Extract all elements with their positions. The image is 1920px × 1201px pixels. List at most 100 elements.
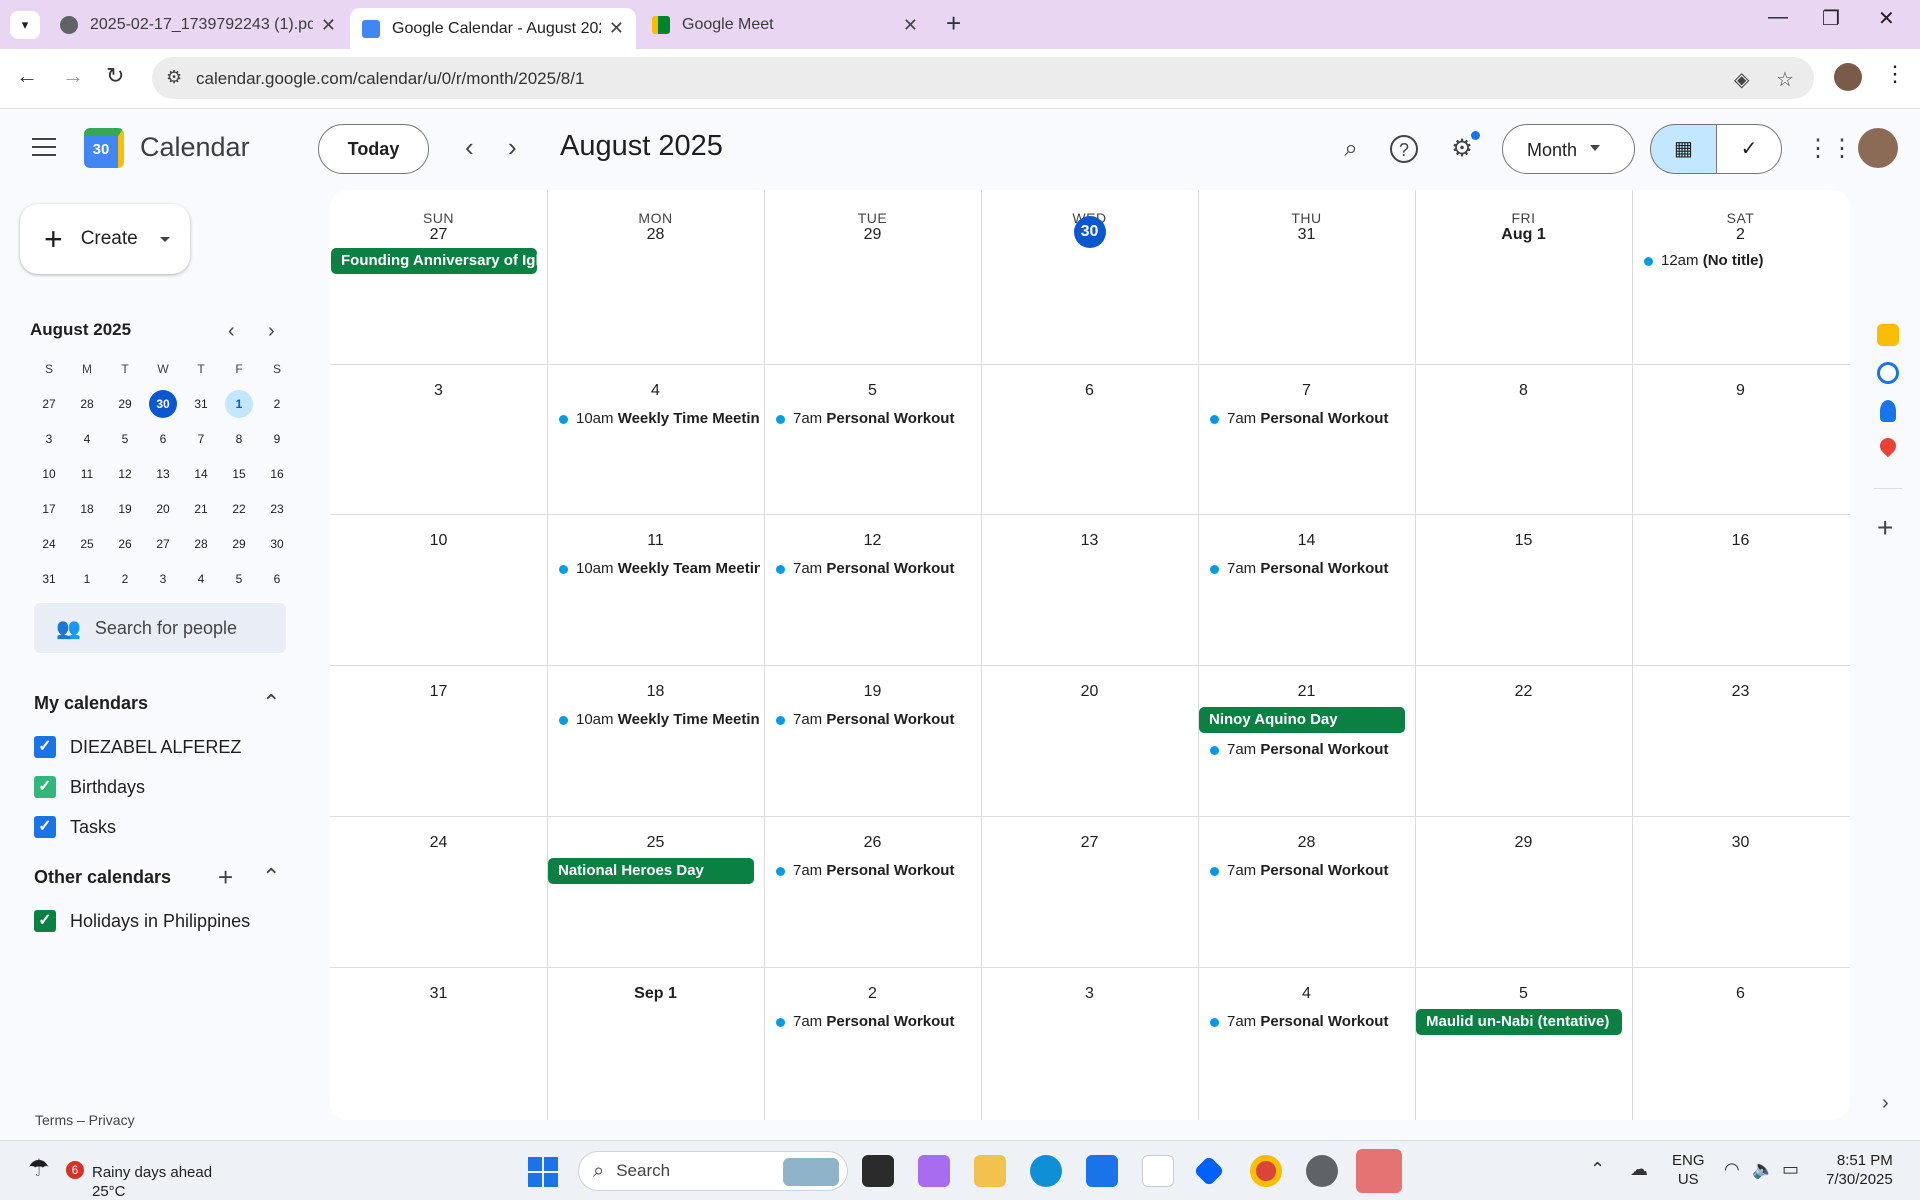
browser-tab-calendar[interactable]: Google Calendar - August 2025 ✕: [350, 8, 636, 49]
mini-day[interactable]: 31: [187, 390, 215, 418]
mini-day[interactable]: 22: [225, 495, 253, 523]
new-tab-icon[interactable]: +: [946, 8, 961, 39]
search-icon[interactable]: ⌕: [1336, 134, 1366, 164]
main-menu-icon[interactable]: [32, 138, 56, 156]
day-number[interactable]: 27: [981, 834, 1198, 852]
timed-event-chip[interactable]: 7am Personal Workout: [1199, 406, 1411, 432]
mini-day[interactable]: 26: [111, 530, 139, 558]
day-number[interactable]: 30: [981, 216, 1198, 248]
day-number[interactable]: 28: [1198, 834, 1415, 852]
timed-event-chip[interactable]: 7am Personal Workout: [1199, 737, 1411, 763]
mini-day[interactable]: 6: [149, 425, 177, 453]
calendar-item[interactable]: ✓ Birthdays: [34, 776, 145, 798]
calendar-view-toggle[interactable]: ▦: [1650, 124, 1716, 174]
other-calendars-heading[interactable]: Other calendars: [34, 867, 171, 888]
reload-icon[interactable]: ↻: [106, 63, 124, 89]
mini-day[interactable]: 17: [35, 495, 63, 523]
day-number[interactable]: 21: [1198, 683, 1415, 701]
collapse-chevron-icon[interactable]: ⌃: [262, 690, 280, 716]
day-number[interactable]: 3: [330, 382, 547, 400]
mini-day[interactable]: 29: [111, 390, 139, 418]
amazon-icon[interactable]: [1142, 1155, 1174, 1187]
minimize-icon[interactable]: —: [1768, 6, 1788, 29]
mini-next-month-icon[interactable]: ›: [268, 320, 275, 343]
show-side-panel-icon[interactable]: ›: [1882, 1092, 1889, 1115]
browser-tab-meet[interactable]: Google Meet ✕: [640, 6, 930, 44]
mini-day[interactable]: 15: [225, 460, 253, 488]
mini-day[interactable]: 1: [225, 390, 253, 418]
day-number[interactable]: 31: [330, 985, 547, 1003]
day-number[interactable]: 8: [1415, 382, 1632, 400]
help-icon[interactable]: ?: [1390, 135, 1418, 163]
mini-day[interactable]: 10: [35, 460, 63, 488]
day-number[interactable]: 15: [1415, 532, 1632, 550]
all-day-event-chip[interactable]: Founding Anniversary of Iglesia ni Crist…: [331, 248, 537, 274]
volume-icon[interactable]: 🔈: [1752, 1159, 1774, 1180]
battery-icon[interactable]: ▭: [1782, 1159, 1799, 1180]
day-number[interactable]: 6: [981, 382, 1198, 400]
mini-day[interactable]: 21: [187, 495, 215, 523]
day-number[interactable]: 25: [547, 834, 764, 852]
previous-month-icon[interactable]: ‹: [465, 134, 474, 160]
snipping-tool-icon[interactable]: [1356, 1149, 1402, 1193]
browser-menu-icon[interactable]: ⋮: [1884, 61, 1906, 87]
checkbox-checked-icon[interactable]: ✓: [34, 816, 56, 838]
windows-start-icon[interactable]: [528, 1157, 558, 1187]
input-language-indicator[interactable]: ENG US: [1672, 1151, 1705, 1189]
mini-day[interactable]: 11: [73, 460, 101, 488]
search-people-input[interactable]: 👥 Search for people: [34, 603, 286, 653]
mini-day[interactable]: 8: [225, 425, 253, 453]
terms-privacy-link[interactable]: Terms – Privacy: [35, 1112, 135, 1128]
mini-day[interactable]: 2: [111, 565, 139, 593]
day-number[interactable]: 31: [1198, 226, 1415, 244]
day-number[interactable]: 19: [764, 683, 981, 701]
file-explorer-icon[interactable]: [974, 1155, 1006, 1187]
checkbox-checked-icon[interactable]: ✓: [34, 736, 56, 758]
next-month-icon[interactable]: ›: [508, 134, 517, 160]
mini-day[interactable]: 6: [263, 565, 291, 593]
store-icon[interactable]: [1086, 1155, 1118, 1187]
mini-day[interactable]: 7: [187, 425, 215, 453]
mini-day[interactable]: 29: [225, 530, 253, 558]
calendar-item[interactable]: ✓ Holidays in Philippines: [34, 910, 250, 932]
day-number[interactable]: Sep 1: [547, 985, 764, 1003]
day-number[interactable]: 16: [1632, 532, 1849, 550]
day-number[interactable]: 27: [330, 226, 547, 244]
forward-icon[interactable]: →: [62, 63, 84, 89]
timed-event-chip[interactable]: 10am Weekly Time Meeting: [548, 707, 760, 733]
dropbox-icon[interactable]: [1193, 1155, 1225, 1187]
timed-event-chip[interactable]: 10am Weekly Team Meeting: [548, 556, 760, 582]
timed-event-chip[interactable]: 10am Weekly Time Meeting: [548, 406, 760, 432]
mini-day[interactable]: 4: [73, 425, 101, 453]
browser-tab-pdf[interactable]: 2025-02-17_1739792243 (1).pdf ✕: [48, 6, 348, 44]
day-number[interactable]: 18: [547, 683, 764, 701]
url-text[interactable]: calendar.google.com/calendar/u/0/r/month…: [196, 69, 584, 89]
mini-day[interactable]: 20: [149, 495, 177, 523]
mini-day[interactable]: 2: [263, 390, 291, 418]
day-number[interactable]: 4: [1198, 985, 1415, 1003]
calendar-item[interactable]: ✓ Tasks: [34, 816, 116, 838]
maps-icon[interactable]: [1876, 434, 1900, 458]
edge-icon[interactable]: [1030, 1155, 1062, 1187]
mini-day[interactable]: 3: [149, 565, 177, 593]
day-number[interactable]: 30: [1632, 834, 1849, 852]
mini-day[interactable]: 23: [263, 495, 291, 523]
timed-event-chip[interactable]: 7am Personal Workout: [765, 1009, 977, 1035]
url-omnibox[interactable]: ⚙ calendar.google.com/calendar/u/0/r/mon…: [152, 57, 1814, 99]
mini-day[interactable]: 27: [35, 390, 63, 418]
mini-day[interactable]: 5: [225, 565, 253, 593]
close-window-icon[interactable]: ✕: [1878, 6, 1895, 31]
browser-profile-avatar[interactable]: [1834, 63, 1862, 91]
day-number[interactable]: 14: [1198, 532, 1415, 550]
today-button[interactable]: Today: [318, 124, 429, 174]
task-view-icon[interactable]: [862, 1155, 894, 1187]
mini-day[interactable]: 4: [187, 565, 215, 593]
day-number[interactable]: 17: [330, 683, 547, 701]
day-number[interactable]: 10: [330, 532, 547, 550]
today-marker[interactable]: 30: [1073, 216, 1106, 248]
timed-event-chip[interactable]: 7am Personal Workout: [1199, 858, 1411, 884]
mini-day[interactable]: 19: [111, 495, 139, 523]
day-number[interactable]: 9: [1632, 382, 1849, 400]
account-avatar[interactable]: [1858, 128, 1898, 168]
day-number[interactable]: 6: [1632, 985, 1849, 1003]
